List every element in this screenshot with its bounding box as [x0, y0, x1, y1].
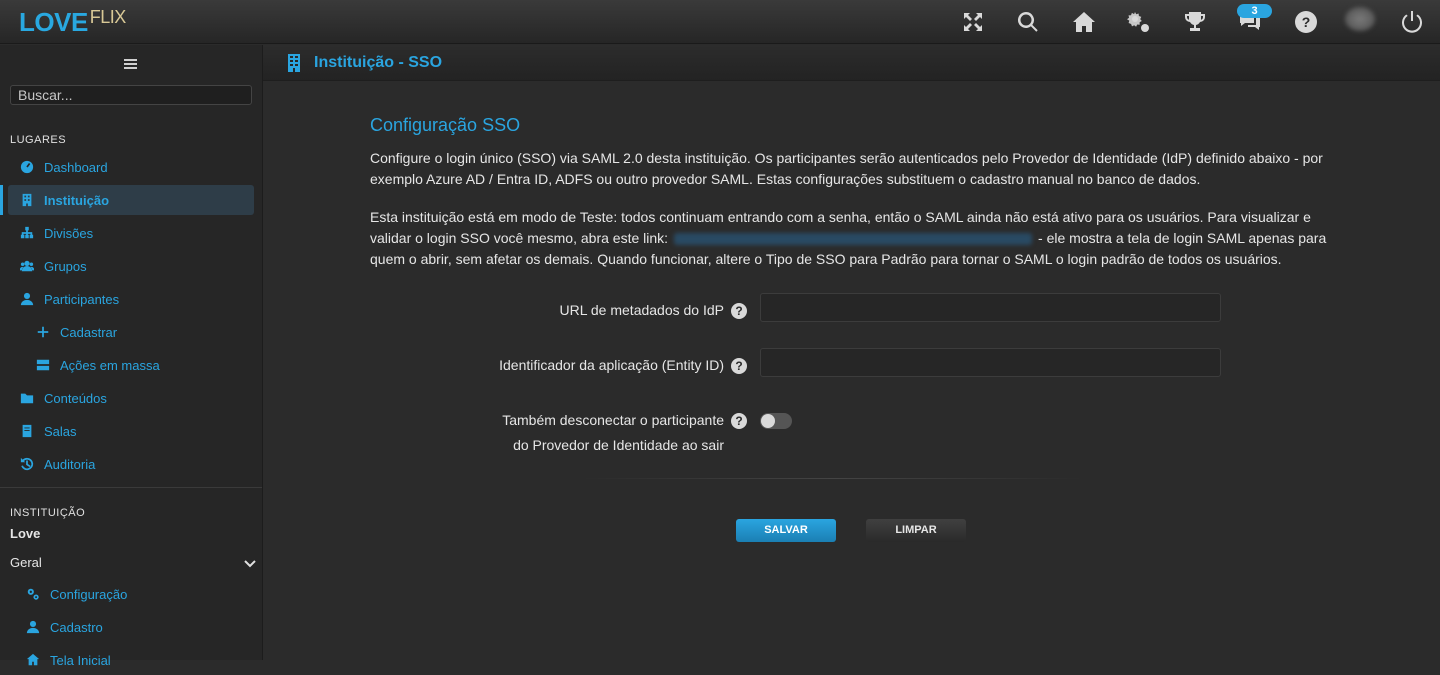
trophy-icon[interactable] — [1183, 10, 1207, 34]
entity-id-label: Identificador da aplicação (Entity ID) — [499, 357, 724, 373]
sidebar-item-contents[interactable]: Conteúdos — [8, 383, 254, 413]
sidebar-item-institution[interactable]: Instituição — [0, 185, 254, 215]
plus-icon — [36, 325, 50, 339]
building-icon — [287, 54, 301, 72]
clear-button[interactable]: LIMPAR — [866, 519, 966, 542]
search-icon[interactable] — [1016, 10, 1040, 34]
sidebar-item-home-screen[interactable]: Tela Inicial — [8, 645, 254, 675]
idp-logout-label: Também desconectar o participante do Pro… — [502, 412, 724, 453]
metadata-url-label: URL de metadados do IdP — [559, 302, 724, 318]
entity-id-input[interactable] — [760, 348, 1221, 377]
fullscreen-icon[interactable] — [961, 10, 985, 34]
sidebar-item-rooms[interactable]: Salas — [8, 416, 254, 446]
group-toggle-general[interactable]: Geral — [10, 555, 256, 570]
sso-test-link[interactable] — [674, 233, 1033, 246]
sidebar-item-registration[interactable]: Cadastro — [8, 612, 254, 642]
page-header: Instituição - SSO — [263, 45, 1440, 81]
book-icon — [20, 424, 34, 438]
main-content: Configuração SSO Configure o login único… — [263, 82, 1440, 660]
intro-paragraph: Configure o login único (SSO) via SAML 2… — [370, 150, 1323, 187]
help-icon[interactable]: ? — [731, 303, 747, 319]
notification-badge[interactable]: 3 — [1237, 4, 1272, 18]
sidebar-item-groups[interactable]: Grupos — [8, 251, 254, 281]
sidebar-divider — [0, 487, 262, 488]
folder-icon — [20, 391, 34, 405]
user-icon — [20, 292, 34, 306]
sidebar: LUGARES Dashboard Instituição Divisões G… — [0, 45, 263, 668]
server-icon — [36, 358, 50, 372]
users-icon — [20, 259, 34, 273]
section-title-places: LUGARES — [10, 134, 67, 146]
save-button[interactable]: SALVAR — [736, 519, 836, 542]
cogs-icon — [26, 587, 40, 601]
form-divider — [583, 478, 1083, 479]
settings-icon[interactable] — [1127, 10, 1151, 34]
sidebar-item-register[interactable]: Cadastrar — [8, 317, 254, 347]
idp-logout-toggle[interactable] — [760, 413, 792, 429]
institution-name: Love — [10, 526, 41, 541]
sidebar-item-audit[interactable]: Auditoria — [8, 449, 254, 479]
sidebar-item-dashboard[interactable]: Dashboard — [8, 152, 254, 182]
page-title: Instituição - SSO — [314, 54, 443, 71]
avatar[interactable] — [1345, 7, 1375, 31]
section-title-institution: INSTITUIÇÃO — [10, 507, 86, 519]
history-icon — [20, 457, 34, 471]
sidebar-item-configuration[interactable]: Configuração — [8, 579, 254, 609]
section-heading: Configuração SSO — [370, 115, 521, 135]
building-icon — [20, 193, 34, 207]
svg-text:?: ? — [1302, 14, 1311, 30]
help-icon[interactable]: ? — [1294, 10, 1318, 34]
help-icon[interactable]: ? — [731, 358, 747, 374]
sitemap-icon — [20, 226, 34, 240]
sidebar-search-input[interactable] — [10, 85, 252, 105]
sidebar-item-divisions[interactable]: Divisões — [8, 218, 254, 248]
test-mode-paragraph: Esta instituição está em modo de Teste: … — [370, 209, 1327, 267]
home-icon[interactable] — [1072, 10, 1096, 34]
sidebar-item-bulk-actions[interactable]: Ações em massa — [8, 350, 254, 380]
sidebar-item-participants[interactable]: Participantes — [8, 284, 254, 314]
top-bar: LOVE FLIX 3 ? — [0, 0, 1440, 44]
chevron-down-icon — [244, 557, 256, 569]
home-icon — [26, 653, 40, 667]
menu-toggle-icon[interactable] — [124, 59, 137, 69]
dashboard-icon — [20, 160, 34, 174]
user-icon — [26, 620, 40, 634]
metadata-url-input[interactable] — [760, 293, 1221, 322]
help-icon[interactable]: ? — [731, 413, 747, 429]
power-icon[interactable] — [1400, 10, 1424, 34]
app-logo[interactable]: LOVE FLIX — [19, 7, 126, 38]
